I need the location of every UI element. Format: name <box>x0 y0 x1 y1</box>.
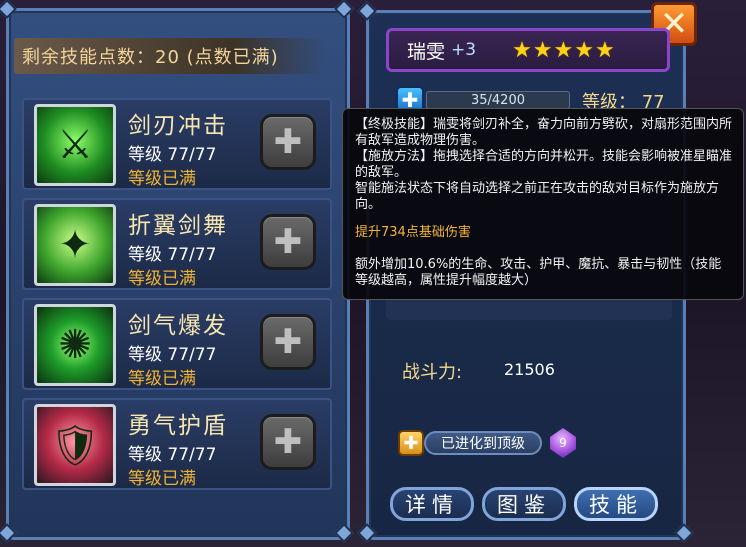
hero-plus-level: +3 <box>451 40 477 60</box>
evolve-status: 已进化到顶级 <box>424 431 542 455</box>
power-value: 21506 <box>504 360 555 379</box>
gem-value: 9 <box>559 436 567 450</box>
tooltip-ultimate-desc: 【终极技能】瑞雯将剑刃补全，奋力向前方劈砍，对扇形范围内所有敌军造成物理伤害。 <box>355 117 733 148</box>
upgrade-skill-button[interactable]: ✚ <box>260 214 316 270</box>
upgrade-skill-button[interactable]: ✚ <box>260 314 316 370</box>
tab-details-label: 详情 <box>405 493 459 517</box>
tab-codex[interactable]: 图鉴 <box>482 487 566 521</box>
skill-name: 剑刃冲击 <box>128 113 228 139</box>
skill-level: 等级 77/77 <box>128 145 217 165</box>
plus-icon: ✚ <box>273 222 303 262</box>
skill-row: ✺ 剑气爆发 等级 77/77 等级已满 ✚ <box>22 298 332 390</box>
power-label: 战斗力: <box>402 362 463 383</box>
plus-icon: ✚ <box>273 322 303 362</box>
plus-icon: ✚ <box>273 122 303 162</box>
tab-skills[interactable]: 技能 <box>574 487 658 521</box>
skill-name: 剑气爆发 <box>128 313 228 339</box>
skill-row: ✦ 折翼剑舞 等级 77/77 等级已满 ✚ <box>22 198 332 290</box>
skill-name: 勇气护盾 <box>128 413 228 439</box>
tooltip-damage-bonus: 提升734点基础伤害 <box>355 225 471 240</box>
tab-codex-label: 图鉴 <box>497 493 551 517</box>
skill-points-text: 剩余技能点数：20 (点数已满) <box>22 47 279 68</box>
sword-strike-icon[interactable]: ⚔ <box>34 104 116 186</box>
exp-value: 35/4200 <box>470 92 525 108</box>
sword-burst-icon[interactable]: ✺ <box>34 304 116 386</box>
skill-max-status: 等级已满 <box>128 469 196 489</box>
tab-skills-label: 技能 <box>589 493 643 517</box>
evolve-button[interactable]: ✚ <box>398 430 424 456</box>
skill-max-status: 等级已满 <box>128 269 196 289</box>
tooltip-cast-method: 【施放方法】拖拽选择合适的方向并松开。技能会影响被准星瞄准的敌军。 <box>355 149 733 180</box>
plus-icon: ✚ <box>403 432 419 454</box>
skill-tooltip: 【终极技能】瑞雯将剑刃补全，奋力向前方劈砍，对扇形范围内所有敌军造成物理伤害。 … <box>342 108 744 300</box>
exp-bar: 35/4200 <box>426 91 570 109</box>
skill-row: 🛡 勇气护盾 等级 77/77 等级已满 ✚ <box>22 398 332 490</box>
upgrade-skill-button[interactable]: ✚ <box>260 114 316 170</box>
courage-shield-icon[interactable]: 🛡 <box>34 404 116 486</box>
skill-max-status: 等级已满 <box>128 169 196 189</box>
evolve-text: 已进化到顶级 <box>441 436 525 452</box>
skill-list: ⚔ 剑刃冲击 等级 77/77 等级已满 ✚ ✦ 折翼剑舞 等级 77/77 等… <box>22 98 332 498</box>
plus-icon: ✚ <box>273 422 303 462</box>
skill-max-status: 等级已满 <box>128 369 196 389</box>
skill-level: 等级 77/77 <box>128 445 217 465</box>
remaining-skill-points: 剩余技能点数：20 (点数已满) <box>14 38 326 74</box>
skill-row: ⚔ 剑刃冲击 等级 77/77 等级已满 ✚ <box>22 98 332 190</box>
tooltip-smart-cast: 智能施法状态下将自动选择之前正在攻击的敌对目标作为施放方向。 <box>355 181 720 212</box>
tooltip-stat-bonus: 额外增加10.6%的生命、攻击、护甲、魔抗、暴击与韧性（技能等级越高，属性提升幅… <box>355 257 722 288</box>
skill-level: 等级 77/77 <box>128 245 217 265</box>
hero-name-frame: 瑞雯 +3 ★★★★★ <box>386 28 670 72</box>
upgrade-skill-button[interactable]: ✚ <box>260 414 316 470</box>
wing-blade-dance-icon[interactable]: ✦ <box>34 204 116 286</box>
skill-level: 等级 77/77 <box>128 345 217 365</box>
skill-name: 折翼剑舞 <box>128 213 228 239</box>
tab-details[interactable]: 详情 <box>390 487 474 521</box>
hero-name: 瑞雯 <box>407 40 446 63</box>
hero-star-rating: ★★★★★ <box>512 37 616 63</box>
